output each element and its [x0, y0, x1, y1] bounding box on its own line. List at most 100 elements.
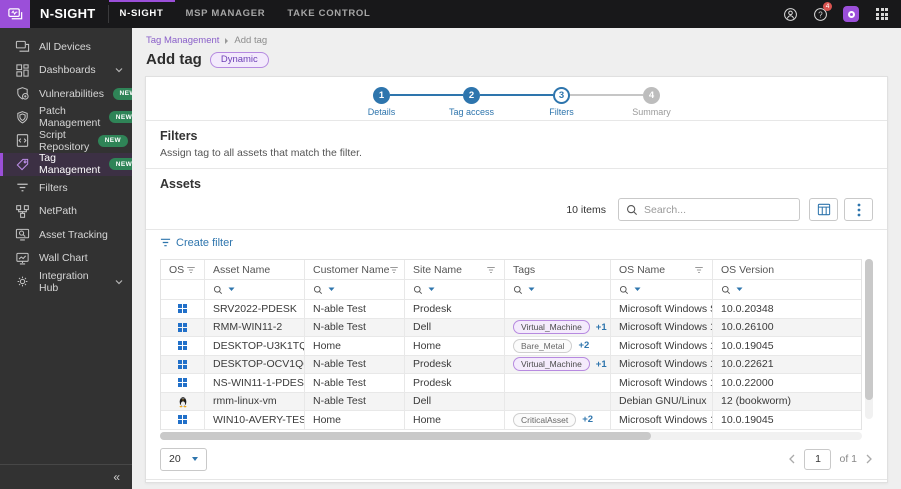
asset-name-cell: DESKTOP-OCV1Q6R: [205, 355, 305, 373]
column-filter-cell[interactable]: [505, 280, 611, 299]
patch-icon: [15, 110, 30, 125]
sidebar-item-label: Vulnerabilities: [39, 87, 104, 100]
column-chooser-button[interactable]: [809, 198, 838, 221]
scrollbar-thumb[interactable]: [160, 431, 652, 440]
column-header-asset-name[interactable]: Asset Name: [205, 260, 305, 279]
topbar-nav-msp-manager[interactable]: MSP MANAGER: [175, 0, 277, 28]
breadcrumb-parent-link[interactable]: Tag Management: [146, 35, 219, 46]
assets-section-title: Assets: [160, 177, 201, 191]
column-header-tags[interactable]: Tags: [505, 260, 611, 279]
os-version-cell: 10.0.22000: [721, 376, 774, 389]
search-input[interactable]: [644, 203, 792, 216]
wizard-step-summary[interactable]: 4 Summary: [606, 86, 697, 117]
topbar-nav-n-sight[interactable]: N-SIGHT: [109, 0, 175, 28]
assets-table: OS Asset Name Customer Name Site Name Ta…: [160, 259, 873, 440]
sidebar-item-all-devices[interactable]: All Devices: [0, 35, 132, 59]
sidebar-collapse-button[interactable]: «: [0, 464, 132, 489]
tags-cell: [505, 392, 611, 410]
step-connector: [390, 94, 427, 96]
os-icon-cell: [161, 355, 205, 373]
table-row[interactable]: DESKTOP-OCV1Q6R N-able Test Prodesk Virt…: [161, 355, 861, 374]
step-connector: [480, 94, 517, 96]
os-icon-cell: [161, 337, 205, 355]
sidebar-item-dashboards[interactable]: Dashboards: [0, 59, 132, 83]
integration-icon: [15, 274, 30, 289]
column-header-customer-name[interactable]: Customer Name: [305, 260, 405, 279]
help-icon[interactable]: ? 4: [805, 0, 835, 28]
sidebar-item-wall-chart[interactable]: Wall Chart: [0, 247, 132, 271]
items-count: 10 items: [566, 203, 606, 216]
filter-funnel-icon[interactable]: [186, 265, 196, 275]
sidebar-item-asset-tracking[interactable]: Asset Tracking: [0, 223, 132, 247]
scrollbar-thumb[interactable]: [865, 259, 873, 400]
column-filter-cell[interactable]: [611, 280, 713, 299]
column-filter-cell[interactable]: [405, 280, 505, 299]
table-row[interactable]: rmm-linux-vm N-able Test Dell Debian GNU…: [161, 392, 861, 411]
column-filter-cell[interactable]: [205, 280, 305, 299]
page-number-input[interactable]: [804, 448, 832, 470]
os-name-cell: Microsoft Windows 11 P...: [611, 355, 713, 373]
topbar-nav-take-control[interactable]: TAKE CONTROL: [276, 0, 381, 28]
nsight-app-icon[interactable]: [836, 0, 866, 28]
user-account-icon[interactable]: [775, 0, 805, 28]
windows-logo-icon: [178, 341, 187, 351]
app-switcher-icon[interactable]: [867, 0, 897, 28]
breadcrumb-separator-icon: [225, 37, 229, 44]
tag-more-count[interactable]: +2: [578, 340, 589, 351]
more-options-button[interactable]: [844, 198, 873, 221]
column-filter-cell[interactable]: [305, 280, 405, 299]
table-row[interactable]: DESKTOP-U3K1TQR Home Home Bare_Metal +2 …: [161, 337, 861, 356]
sidebar-item-tag-management[interactable]: Tag Management NEW: [0, 152, 139, 176]
filter-funnel-icon[interactable]: [389, 265, 399, 275]
sidebar-item-label: Filters: [39, 181, 68, 194]
sidebar-item-filters[interactable]: Filters: [0, 176, 132, 200]
wizard-step-filters[interactable]: 3 Filters: [516, 86, 607, 117]
chevron-down-icon: [115, 66, 123, 74]
os-name-cell: Microsoft Windows 10 P...: [611, 337, 713, 355]
create-filter-link[interactable]: Create filter: [160, 237, 233, 249]
column-filter-cell[interactable]: [161, 280, 205, 299]
chevron-down-icon: [528, 287, 535, 292]
sidebar-item-script-repository[interactable]: Script Repository NEW: [0, 129, 132, 153]
tag-pill: Bare_Metal: [513, 338, 573, 353]
column-header-os-version[interactable]: OS Version: [713, 260, 863, 279]
site-name-cell: Home: [405, 337, 505, 355]
column-header-site-name[interactable]: Site Name: [405, 260, 505, 279]
step-connector: [660, 94, 697, 96]
step-connector: [516, 94, 553, 96]
table-row[interactable]: RMM-WIN11-2 N-able Test Dell Virtual_Mac…: [161, 318, 861, 337]
tag-more-count[interactable]: +1: [596, 322, 607, 333]
dashboards-icon: [15, 63, 30, 78]
devices-icon: [15, 39, 30, 54]
next-page-icon[interactable]: [865, 454, 873, 464]
table-row[interactable]: SRV2022-PDESK N-able Test Prodesk Micros…: [161, 300, 861, 319]
column-filter-cell[interactable]: [713, 280, 863, 299]
wizard-step-tag-access[interactable]: 2 Tag access: [426, 86, 517, 117]
tag-pill: Virtual_Machine: [513, 320, 590, 335]
column-header-os-name[interactable]: OS Name: [611, 260, 713, 279]
windows-logo-icon: [178, 304, 187, 314]
sidebar-item-patch-management[interactable]: Patch Management NEW: [0, 105, 139, 129]
os-name-cell: Microsoft Windows 11 P...: [611, 318, 713, 336]
os-version-cell: 10.0.19045: [721, 339, 774, 352]
table-row[interactable]: NS-WIN11-1-PDES N-able Test Prodesk Micr…: [161, 374, 861, 393]
sidebar-item-netpath[interactable]: NetPath: [0, 200, 132, 224]
wizard-step-details[interactable]: 1 Details: [337, 86, 427, 117]
sidebar-item-vulnerabilities[interactable]: Vulnerabilities NEW: [0, 82, 143, 106]
nsight-logo[interactable]: [0, 0, 30, 28]
tag-more-count[interactable]: +2: [582, 414, 593, 425]
asset-name-cell: rmm-linux-vm: [205, 392, 305, 410]
table-row[interactable]: WIN10-AVERY-TES Home Home CriticalAsset …: [161, 411, 861, 430]
svg-text:?: ?: [818, 10, 823, 19]
column-header-os[interactable]: OS: [161, 260, 205, 279]
horizontal-scrollbar[interactable]: [160, 431, 862, 440]
tag-more-count[interactable]: +1: [596, 359, 607, 370]
vertical-scrollbar[interactable]: [865, 259, 873, 419]
step-connector: [337, 94, 374, 96]
filter-funnel-icon[interactable]: [694, 265, 704, 275]
previous-page-icon[interactable]: [788, 454, 796, 464]
sidebar-item-integration-hub[interactable]: Integration Hub: [0, 270, 132, 294]
page-size-select[interactable]: 20: [160, 447, 207, 471]
chevron-down-icon: [115, 278, 123, 286]
filter-funnel-icon[interactable]: [486, 265, 496, 275]
